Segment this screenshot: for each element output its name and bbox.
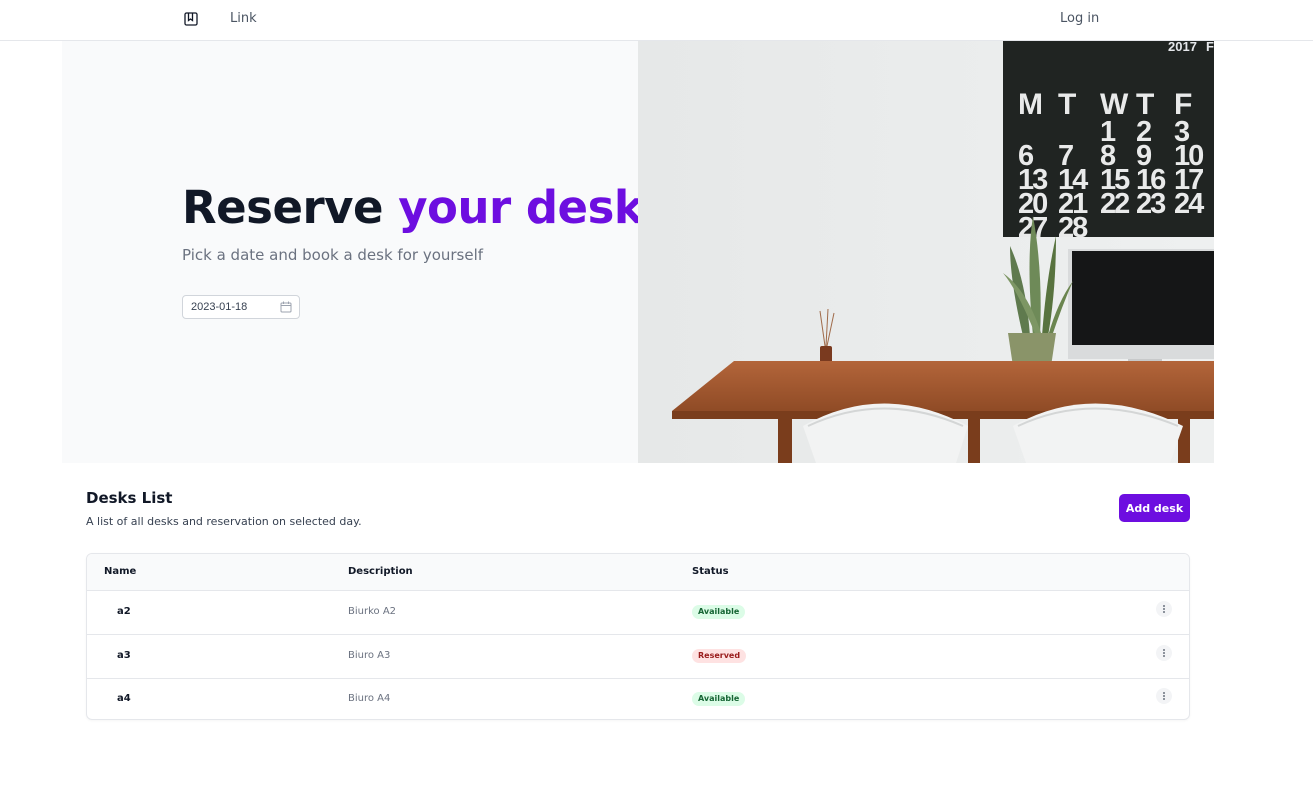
kebab-menu-icon[interactable]: [1156, 601, 1172, 617]
table-header: Name Description Status: [87, 554, 1189, 591]
desk-name: a4: [117, 693, 131, 704]
calendar-day: 23: [1136, 188, 1166, 220]
desk-description: Biurko A2: [348, 606, 397, 617]
wall-calendar: 2017 F MTWTFS123467891011131415161718202…: [1003, 41, 1214, 244]
desks-list-title: Desks List: [86, 489, 173, 507]
add-desk-button[interactable]: Add desk: [1119, 494, 1190, 522]
hero-panel: Reserve your desk Pick a date and book a…: [62, 41, 644, 463]
hero-title-main: Reserve: [182, 181, 399, 234]
calendar-day: 24: [1174, 188, 1204, 220]
desk-name: a3: [117, 650, 131, 661]
table-row: a3 Biuro A3 Reserved: [87, 635, 1189, 679]
calendar-weekday: M: [1018, 88, 1043, 121]
login-link[interactable]: Log in: [1060, 11, 1099, 26]
hero-title: Reserve your desk: [182, 181, 644, 234]
bookmark-book-icon[interactable]: [184, 12, 198, 26]
calendar-weekday: T: [1058, 88, 1076, 121]
calendar-day: 28: [1058, 212, 1088, 244]
kebab-menu-icon[interactable]: [1156, 688, 1172, 704]
calendar-year: 2017: [1168, 41, 1197, 54]
desk-description: Biuro A4: [348, 693, 391, 704]
nav-link[interactable]: Link: [230, 11, 257, 26]
hero-title-accent: your desk: [398, 181, 644, 234]
hero-subtitle: Pick a date and book a desk for yourself: [182, 246, 484, 264]
desk-name: a2: [117, 606, 131, 617]
office-desk-photo: 2017 F MTWTFS123467891011131415161718202…: [638, 41, 1214, 463]
desk-description: Biuro A3: [348, 650, 391, 661]
status-badge: Available: [692, 605, 746, 619]
column-header-name: Name: [104, 566, 137, 577]
calendar-icon[interactable]: [280, 301, 292, 313]
column-header-status: Status: [692, 566, 729, 577]
table-row: a2 Biurko A2 Available: [87, 591, 1189, 635]
date-value: 2023-01-18: [191, 301, 248, 313]
column-header-description: Description: [348, 566, 413, 577]
kebab-menu-icon[interactable]: [1156, 645, 1172, 661]
desks-table: Name Description Status a2 Biurko A2 Ava…: [86, 553, 1190, 720]
hero-image: 2017 F MTWTFS123467891011131415161718202…: [638, 41, 1214, 463]
svg-text:F: F: [1206, 41, 1214, 54]
status-badge: Available: [692, 692, 746, 706]
table-row: a4 Biuro A4 Available: [87, 678, 1189, 719]
hero: Reserve your desk Pick a date and book a…: [62, 41, 1214, 463]
status-badge: Reserved: [692, 649, 747, 663]
date-picker-input[interactable]: 2023-01-18: [182, 295, 300, 319]
top-nav: Link Log in: [0, 0, 1313, 41]
calendar-day: 22: [1100, 188, 1129, 220]
desks-list-subtitle: A list of all desks and reservation on s…: [86, 515, 362, 528]
